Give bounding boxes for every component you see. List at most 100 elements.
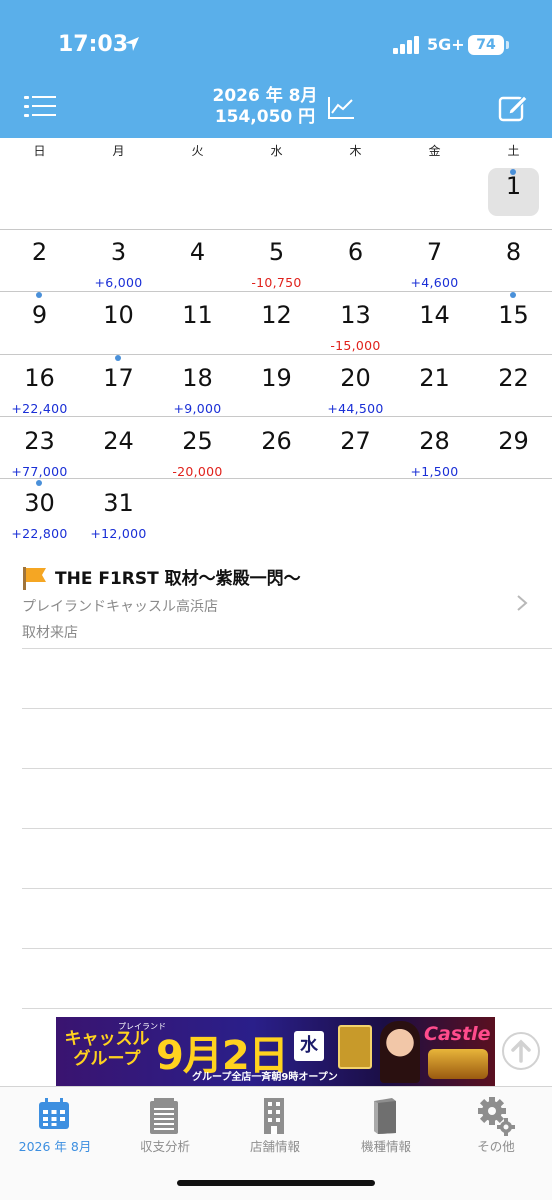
list-separator (22, 768, 552, 769)
tab-calendar[interactable]: 2026 年 8月 (0, 1087, 110, 1167)
weekday-mon: 月 (112, 144, 125, 158)
day-number: 23 (24, 427, 55, 455)
network-type: 5G+ (427, 35, 465, 54)
list-separator (22, 828, 552, 829)
calendar-day-23[interactable]: 23 +77,000 (0, 427, 79, 483)
calendar-day-17[interactable]: 17 (79, 364, 158, 420)
calendar-day-27[interactable]: 27 (316, 427, 395, 483)
calendar-day-31[interactable]: 31 +12,000 (79, 489, 158, 545)
calendar-day-19[interactable]: 19 (237, 364, 316, 420)
calendar-day-4[interactable]: 4 (158, 238, 237, 294)
day-amount: +9,000 (173, 401, 222, 416)
event-item[interactable]: THE F1RST 取材〜紫殿一閃〜 プレイランドキャッスル高浜店 取材来店 (0, 556, 552, 648)
scroll-top-button[interactable] (502, 1032, 540, 1070)
day-amount: +12,000 (90, 526, 147, 541)
day-number: 2 (31, 238, 48, 266)
day-number: 28 (419, 427, 450, 455)
day-number: 5 (268, 238, 285, 266)
banner-weekday: 水 (294, 1031, 324, 1061)
day-number: 27 (340, 427, 371, 455)
tab-machines-label: 機種情報 (360, 1139, 411, 1154)
day-number: 22 (498, 364, 529, 392)
calendar-day-25[interactable]: 25 -20,000 (158, 427, 237, 483)
graph-icon[interactable] (327, 96, 355, 120)
day-amount: -20,000 (172, 464, 223, 479)
calendar-day-5[interactable]: 5 -10,750 (237, 238, 316, 294)
calendar-day-10[interactable]: 10 (79, 301, 158, 357)
day-number: 12 (261, 301, 292, 329)
event-dot (36, 480, 42, 486)
calendar-day-14[interactable]: 14 (395, 301, 474, 357)
building-icon (264, 1098, 284, 1134)
tab-analysis[interactable]: 収支分析 (110, 1087, 220, 1167)
tab-other[interactable]: その他 (441, 1087, 551, 1167)
month-label: 2026 年 8月 (212, 86, 318, 106)
day-number: 13 (340, 301, 371, 329)
day-amount: -15,000 (330, 338, 381, 353)
calendar-day-18[interactable]: 18 +9,000 (158, 364, 237, 420)
weekday-thu: 木 (349, 144, 362, 158)
calendar-row-divider (0, 229, 552, 230)
status-time: 17:03 (58, 32, 129, 57)
weekday-fri: 金 (428, 144, 441, 158)
location-arrow-icon (125, 37, 139, 51)
tab-other-label: その他 (477, 1139, 515, 1154)
calendar-day-24[interactable]: 24 (79, 427, 158, 483)
day-number: 18 (182, 364, 213, 392)
calendar-day-8[interactable]: 8 (474, 238, 552, 294)
calendar-day-9[interactable]: 9 (0, 301, 79, 357)
calendar-day-16[interactable]: 16 +22,400 (0, 364, 79, 420)
day-number: 8 (505, 238, 522, 266)
list-menu-icon[interactable] (24, 94, 56, 120)
battery-tip (506, 41, 509, 49)
calendar-day-7[interactable]: 7 +4,600 (395, 238, 474, 294)
banner-subtitle: グループ全店一斉朝9時オープン (192, 1072, 338, 1083)
day-amount: +4,600 (410, 275, 459, 290)
calendar-day-30[interactable]: 30 +22,800 (0, 489, 79, 545)
calendar-day-29[interactable]: 29 (474, 427, 552, 483)
day-number: 17 (103, 364, 134, 392)
calendar-day-13[interactable]: 13 -15,000 (316, 301, 395, 357)
chevron-right-icon (517, 595, 528, 611)
gear-icon (478, 1097, 515, 1136)
event-type: 取材来店 (22, 625, 78, 641)
day-number: 25 (182, 427, 213, 455)
calendar-day-20[interactable]: 20 +44,500 (316, 364, 395, 420)
day-number: 11 (182, 301, 213, 329)
ad-banner[interactable]: プレイランド キャッスル グループ 9月2日 水 グループ全店一斉朝9時オープン… (56, 1017, 495, 1086)
calendar-day-11[interactable]: 11 (158, 301, 237, 357)
calendar-day-26[interactable]: 26 (237, 427, 316, 483)
flag-icon (23, 567, 46, 590)
calendar-day-15[interactable]: 15 (474, 301, 552, 357)
calendar-day-6[interactable]: 6 (316, 238, 395, 294)
calendar-day-1[interactable]: 1 (474, 172, 552, 228)
home-indicator (177, 1180, 375, 1186)
calendar-day-28[interactable]: 28 +1,500 (395, 427, 474, 483)
calendar-row-divider (0, 478, 552, 479)
list-separator (22, 648, 552, 649)
calendar-day-12[interactable]: 12 (237, 301, 316, 357)
list-separator (22, 888, 552, 889)
tab-stores[interactable]: 店舗情報 (220, 1087, 330, 1167)
event-dot (36, 292, 42, 298)
day-number: 20 (340, 364, 371, 392)
event-title: THE F1RST 取材〜紫殿一閃〜 (55, 569, 301, 589)
calendar-day-22[interactable]: 22 (474, 364, 552, 420)
day-number: 21 (419, 364, 450, 392)
calendar-day-3[interactable]: 3 +6,000 (79, 238, 158, 294)
day-number: 14 (419, 301, 450, 329)
list-separator (22, 1008, 552, 1009)
arrow-up-icon (511, 1039, 531, 1063)
tab-analysis-label: 収支分析 (139, 1139, 190, 1154)
month-selector[interactable]: 2026 年 8月 154,050 円 (190, 86, 340, 128)
banner-logo: Castle (424, 1023, 491, 1045)
banner-card-image (338, 1025, 372, 1069)
calendar-day-2[interactable]: 2 (0, 238, 79, 294)
edit-icon[interactable] (498, 92, 528, 122)
calendar-day-21[interactable]: 21 (395, 364, 474, 420)
day-number: 3 (110, 238, 127, 266)
day-amount: +22,800 (11, 526, 68, 541)
tab-calendar-label: 2026 年 8月 (18, 1139, 92, 1154)
tab-machines[interactable]: 機種情報 (331, 1087, 441, 1167)
day-number: 26 (261, 427, 292, 455)
